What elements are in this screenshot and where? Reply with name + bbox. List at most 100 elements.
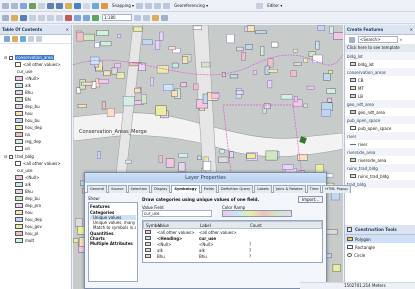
legend-item[interactable]: na: [4, 131, 71, 138]
fixed-zoom-icon[interactable]: [38, 2, 45, 9]
cut-icon[interactable]: [38, 14, 45, 21]
tab-html-popup[interactable]: HTML Popup: [322, 185, 351, 193]
legend-item[interactable]: mult: [4, 237, 71, 244]
legend-item[interactable]: alk: [4, 181, 71, 188]
legend-swatch[interactable]: [15, 189, 23, 194]
pan-icon[interactable]: [20, 2, 27, 9]
template-item[interactable]: LB: [345, 92, 415, 100]
symbol-swatch[interactable]: [145, 253, 151, 258]
tool-circle[interactable]: Circle: [345, 251, 415, 259]
symbol-swatch[interactable]: [145, 241, 151, 246]
legend-item[interactable]: hou_pl: [4, 230, 71, 237]
renderer-match-symbols[interactable]: Match to symbols in a: [90, 225, 136, 230]
legend-item[interactable]: <Null>: [4, 75, 71, 82]
layer-trad-bldg[interactable]: ⊟ trad_bldg: [4, 153, 71, 160]
redo-icon[interactable]: [83, 14, 90, 21]
column-header[interactable]: Count: [250, 223, 272, 228]
symbol-swatch[interactable]: [145, 247, 151, 252]
copy-icon[interactable]: [47, 14, 54, 21]
legend-swatch[interactable]: [15, 97, 23, 102]
undo-icon[interactable]: [74, 14, 81, 21]
import-button[interactable]: Import...: [297, 196, 323, 203]
legend-item[interactable]: hou: [4, 209, 71, 216]
legend-swatch[interactable]: [15, 90, 23, 95]
legend-swatch[interactable]: [15, 175, 23, 180]
legend-swatch[interactable]: [15, 76, 23, 81]
renderer-multiple-attributes[interactable]: Multiple Attributes: [90, 241, 136, 246]
close-icon[interactable]: ✕: [410, 27, 413, 32]
legend-swatch[interactable]: [15, 125, 23, 130]
column-header[interactable]: Symbol: [144, 223, 161, 228]
legend-item[interactable]: hou: [4, 110, 71, 117]
scale-dropdown[interactable]: 1:180: [102, 14, 132, 21]
template-item[interactable]: CB: [345, 76, 415, 84]
color-ramp-select[interactable]: [222, 210, 292, 217]
legend-swatch[interactable]: [15, 111, 23, 116]
renderer-features[interactable]: Features: [90, 204, 136, 209]
full-extent-icon[interactable]: [29, 2, 36, 9]
template-hint[interactable]: Click here to see template: [345, 44, 415, 52]
paste-icon[interactable]: [56, 14, 63, 21]
tab-selection[interactable]: Selection: [127, 185, 151, 193]
legend-swatch[interactable]: [15, 182, 23, 187]
tool-polygon[interactable]: Polygon: [345, 235, 415, 243]
legend-item[interactable]: Bhi: [4, 96, 71, 103]
snap-point-icon[interactable]: [136, 2, 144, 9]
legend-item[interactable]: dep_pro: [4, 202, 71, 209]
options-icon[interactable]: [36, 36, 42, 42]
layer-checkbox[interactable]: [9, 154, 13, 159]
legend-swatch[interactable]: [15, 132, 23, 137]
back-icon[interactable]: [47, 2, 54, 9]
legend-swatch[interactable]: [15, 231, 23, 236]
symbol-swatch[interactable]: [145, 229, 151, 234]
list-by-visibility-icon[interactable]: [20, 36, 26, 42]
new-icon[interactable]: [2, 14, 9, 21]
template-item[interactable]: MT: [345, 84, 415, 92]
search-window-icon[interactable]: [161, 14, 168, 21]
legend-swatch[interactable]: [15, 118, 23, 123]
table-row[interactable]: Bhu Bhu?: [143, 253, 322, 259]
layer-conservation-area[interactable]: ⊟ conservation_area: [4, 54, 71, 61]
list-by-selection-icon[interactable]: [28, 36, 34, 42]
legend-item[interactable]: hou_dep: [4, 216, 71, 223]
editor-menu[interactable]: Editor ▾: [267, 3, 282, 8]
find-icon[interactable]: [83, 2, 90, 9]
forward-icon[interactable]: [56, 2, 63, 9]
legend-swatch[interactable]: [15, 210, 23, 215]
legend-item[interactable]: dep_bu: [4, 103, 71, 110]
value-field-select[interactable]: cur_use: [142, 210, 212, 217]
legend-swatch[interactable]: [15, 238, 23, 243]
tab-labels[interactable]: Labels: [254, 185, 272, 193]
save-icon[interactable]: [20, 14, 27, 21]
column-header[interactable]: Value: [158, 223, 200, 228]
legend-swatch[interactable]: [15, 83, 23, 88]
template-item[interactable]: pub_open_space: [345, 124, 415, 132]
list-by-drawing-order-icon[interactable]: [4, 36, 10, 42]
select-icon[interactable]: [65, 2, 72, 9]
legend-item[interactable]: Bhu: [4, 89, 71, 96]
delete-icon[interactable]: [65, 14, 72, 21]
legend-swatch[interactable]: [15, 146, 23, 151]
legend-swatch[interactable]: [15, 104, 23, 109]
layer-checkbox[interactable]: [9, 55, 13, 60]
hyperlink-icon[interactable]: [101, 2, 108, 9]
legend-item[interactable]: hou_gov: [4, 223, 71, 230]
snap-vertex-icon[interactable]: [154, 2, 162, 9]
tab-time[interactable]: Time: [306, 185, 322, 193]
zoom-in-icon[interactable]: [2, 2, 9, 9]
zoom-out-icon[interactable]: [11, 2, 18, 9]
toc-window-icon[interactable]: [143, 14, 150, 21]
measure-icon[interactable]: [92, 2, 99, 9]
snapping-menu[interactable]: Snapping ▾: [112, 3, 134, 8]
template-item[interactable]: geo_ndt_area: [345, 108, 415, 116]
snap-edge-icon[interactable]: [163, 2, 171, 9]
tab-general[interactable]: General: [87, 185, 108, 193]
tab-display[interactable]: Display: [151, 185, 171, 193]
open-icon[interactable]: [11, 14, 18, 21]
legend-item[interactable]: dep_bu: [4, 195, 71, 202]
tab-fields[interactable]: Fields: [200, 185, 217, 193]
template-item[interactable]: river: [345, 140, 415, 148]
legend-item[interactable]: <Null>: [4, 174, 71, 181]
add-data-icon[interactable]: [92, 14, 99, 21]
tab-source[interactable]: Source: [108, 185, 127, 193]
